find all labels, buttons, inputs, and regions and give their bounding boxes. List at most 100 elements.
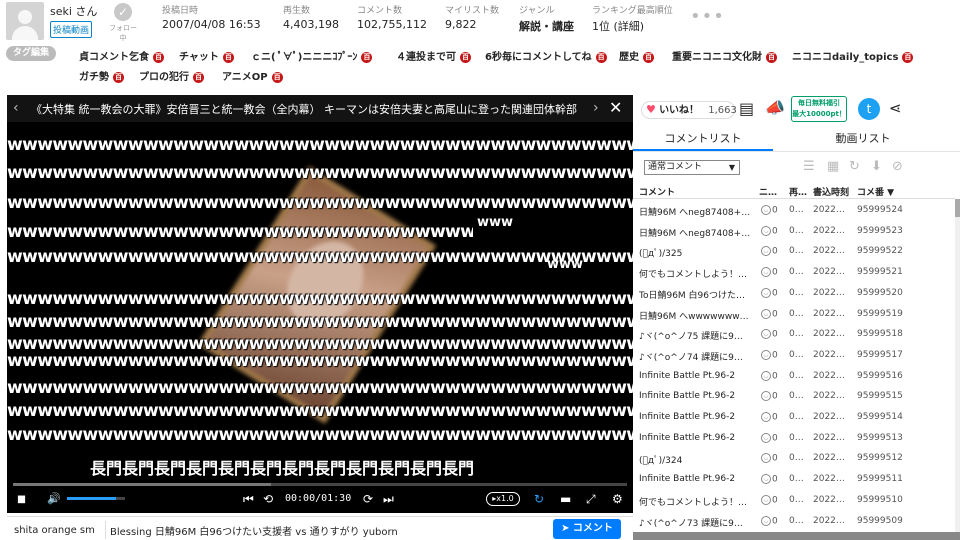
col-play[interactable]: 再…	[789, 185, 807, 198]
volume-icon[interactable]: 🔊	[47, 492, 61, 506]
tag-item[interactable]: 貞コメント乞食百	[79, 48, 164, 63]
comment-row[interactable]: ♪ヾ(^o^ノ74 課題に9… ◡ 0 0… 2022… 95999517	[633, 346, 955, 367]
dic-icon[interactable]: 百	[193, 71, 204, 83]
nicoru-count[interactable]: ◡ 0	[761, 412, 783, 423]
user-name[interactable]: seki さん	[50, 3, 97, 19]
tag-label[interactable]: プロの犯行	[139, 72, 189, 83]
rewind-10-icon[interactable]: ⟲	[263, 492, 273, 506]
refresh-icon[interactable]: ↻	[849, 159, 860, 174]
col-nico[interactable]: ニ…	[759, 185, 777, 198]
nicoru-count[interactable]: ◡ 0	[761, 205, 783, 216]
tag-label[interactable]: ｃニ( ﾟ∀ﾟ)ニニニｺﾌﾟｰﾝ	[251, 52, 357, 63]
settings-icon[interactable]: ⚙	[612, 492, 623, 506]
col-date[interactable]: 書込時刻	[813, 185, 849, 198]
tag-label[interactable]: ガチ勢	[79, 72, 109, 83]
scrollbar-thumb[interactable]	[955, 199, 960, 217]
dic-icon[interactable]: 百	[153, 51, 164, 63]
comment-row[interactable]: Infinite Battle Pt.96-2 ◡ 0 0… 2022… 9599…	[633, 367, 955, 388]
comment-row[interactable]: Infinite Battle Pt.96-2 ◡ 0 0… 2022… 9599…	[633, 408, 955, 429]
follow-button[interactable]: ✓ フォロー中	[106, 3, 140, 43]
tag-label[interactable]: 貞コメント乞食	[79, 52, 149, 63]
nicoru-count[interactable]: ◡ 0	[761, 453, 783, 464]
download-icon[interactable]: ⬇	[871, 159, 882, 174]
more-options-icon[interactable]: •••	[690, 6, 725, 27]
filter-icon[interactable]: ☰	[803, 159, 815, 174]
comment-row[interactable]: 何でもコメントしよう！… ◡ 0 0… 2022… 95999510	[633, 491, 955, 512]
close-icon[interactable]: ✕	[609, 98, 622, 117]
nicoru-count[interactable]: ◡ 0	[761, 432, 783, 443]
comment-row[interactable]: ♪ヾ(^o^ノ75 課題に9… ◡ 0 0… 2022… 95999518	[633, 325, 955, 346]
comment-list-scrollbar[interactable]	[955, 199, 960, 539]
report-icon[interactable]: ⊘	[892, 159, 903, 174]
stat-value[interactable]: 解説・講座	[519, 18, 574, 34]
command-input[interactable]	[14, 521, 106, 539]
nicoru-count[interactable]: ◡ 0	[761, 308, 783, 319]
comment-row[interactable]: Infinite Battle Pt.96-2 ◡ 0 0… 2022… 9599…	[633, 387, 955, 408]
nicoad-megaphone-icon[interactable]: 📣	[765, 98, 785, 117]
comment-row[interactable]: To日鯖96M 白96つけた… ◡ 0 0… 2022… 95999520	[633, 284, 955, 305]
skip-next-icon[interactable]: ⏭	[383, 492, 394, 506]
panel-horizontal-scrollbar[interactable]	[633, 532, 960, 540]
nicoru-count[interactable]: ◡ 0	[761, 391, 783, 402]
col-number[interactable]: コメ番 ▼	[857, 185, 894, 198]
col-comment[interactable]: コメント	[639, 185, 675, 198]
comment-row[interactable]: 日鯖96M へneg87408+… ◡ 0 0… 2022… 95999523	[633, 222, 955, 243]
dic-icon[interactable]: 百	[766, 51, 777, 63]
comment-input[interactable]	[110, 521, 550, 539]
dic-icon[interactable]: 百	[222, 51, 234, 63]
comment-row[interactable]: Infinite Battle Pt.96-2 ◡ 0 0… 2022… 9599…	[633, 470, 955, 491]
tag-label[interactable]: ニコニコdaily_topics	[792, 52, 898, 63]
nicoru-count[interactable]: ◡ 0	[761, 329, 783, 340]
twitter-icon[interactable]: t	[858, 98, 880, 120]
dic-icon[interactable]: 百	[902, 51, 914, 63]
tag-item[interactable]: 6秒毎にコメントしてね百	[485, 48, 607, 63]
stat-value[interactable]: 1位 (詳細)	[592, 18, 673, 34]
skip-back-icon[interactable]: ⏮	[243, 492, 254, 506]
tag-edit-button[interactable]: タグ編集	[6, 46, 56, 61]
tag-label[interactable]: チャット	[179, 52, 219, 63]
comment-row[interactable]: Infinite Battle Pt.96-2 ◡ 0 0… 2022… 9599…	[633, 429, 955, 450]
nicoru-count[interactable]: ◡ 0	[761, 287, 783, 298]
tag-item[interactable]: ４連投まで可百	[396, 48, 471, 63]
nicoru-count[interactable]: ◡ 0	[761, 349, 783, 360]
comment-toggle-icon[interactable]: ▬	[560, 492, 571, 506]
loop-icon[interactable]: ↻	[534, 492, 544, 506]
dic-icon[interactable]: 百	[643, 51, 654, 63]
daily-lottery-banner[interactable]: 毎日無料福引 最大10000pt！	[791, 96, 847, 122]
tag-item[interactable]: 重要ニコニコ文化財百	[672, 48, 777, 63]
tag-label[interactable]: 歴史	[619, 52, 639, 63]
nicoru-count[interactable]: ◡ 0	[761, 267, 783, 278]
tag-item[interactable]: 歴史百	[619, 48, 654, 63]
nicoru-count[interactable]: ◡ 0	[761, 494, 783, 505]
dic-icon[interactable]: 百	[113, 71, 124, 83]
tab-comment-list[interactable]: コメントリスト	[633, 130, 773, 146]
tag-item[interactable]: チャット百	[179, 48, 234, 63]
dic-icon[interactable]: 百	[361, 51, 373, 63]
dic-icon[interactable]: 百	[460, 51, 471, 63]
comment-type-select[interactable]: 通常コメント ▼	[644, 160, 740, 175]
tag-item[interactable]: アニメOP 百	[222, 68, 283, 83]
stat-ranking[interactable]: ランキング最高順位 1位 (詳細)	[592, 3, 673, 34]
mylist-add-icon[interactable]: ▤	[739, 99, 754, 118]
share-icon[interactable]: ⋖	[889, 99, 902, 117]
comment-row[interactable]: 日鯖96M へneg87408+… ◡ 0 0… 2022… 95999524	[633, 201, 955, 222]
tag-label[interactable]: 6秒毎にコメントしてね	[485, 52, 592, 63]
tab-video-list[interactable]: 動画リスト	[793, 130, 933, 146]
nicoru-count[interactable]: ◡ 0	[761, 225, 783, 236]
tag-item[interactable]: ガチ勢百	[79, 68, 124, 83]
title-next-icon[interactable]: ›	[593, 100, 599, 116]
tag-item[interactable]: プロの犯行百	[139, 68, 204, 83]
tag-label[interactable]: アニメOP	[222, 72, 268, 83]
stat-genre[interactable]: ジャンル 解説・講座	[519, 3, 574, 34]
nicoru-count[interactable]: ◡ 0	[761, 370, 783, 381]
like-button[interactable]: ♥ いいね！ 1,663	[641, 101, 737, 119]
comment-row[interactable]: (ﾟдﾟ)/324 ◡ 0 0… 2022… 95999512	[633, 449, 955, 470]
nicoru-count[interactable]: ◡ 0	[761, 474, 783, 485]
nicoru-count[interactable]: ◡ 0	[761, 515, 783, 526]
fullscreen-icon[interactable]: ⤢	[586, 492, 596, 506]
nicoru-count[interactable]: ◡ 0	[761, 246, 783, 257]
comment-row[interactable]: (ﾟдﾟ)/325 ◡ 0 0… 2022… 95999522	[633, 242, 955, 263]
dic-icon[interactable]: 百	[595, 51, 607, 63]
tag-item[interactable]: ニコニコdaily_topics 百	[792, 48, 914, 63]
video-player[interactable]: wwwwwwwwwwwwwwwwwwwwwwwwwwwwwwwwwwwwwwww…	[7, 95, 633, 513]
